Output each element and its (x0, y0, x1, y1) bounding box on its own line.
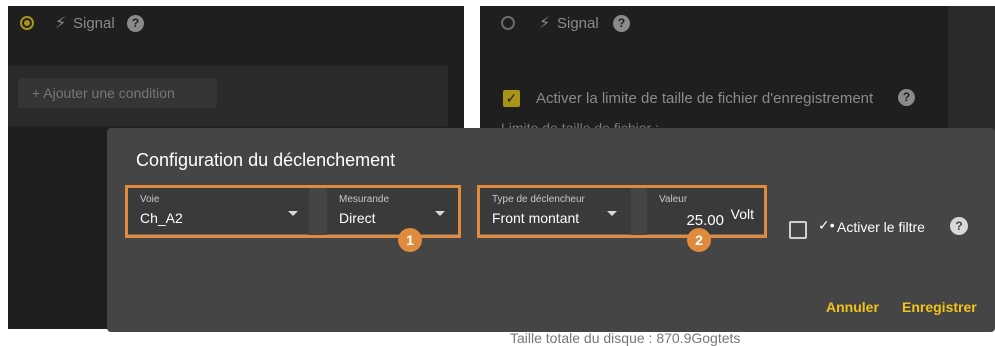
help-icon-limit[interactable]: ? (898, 89, 915, 106)
dropdown-arrow-icon (435, 211, 445, 216)
value-label: Valeur (659, 194, 688, 205)
help-icon-filter[interactable]: ? (950, 217, 968, 235)
voie-value: Ch_A2 (140, 210, 183, 226)
signal-radio-icon[interactable] (501, 16, 515, 30)
filter-label: Activer le filtre (837, 219, 925, 235)
save-button[interactable]: Enregistrer (902, 299, 977, 315)
filter-icon: ✓• (818, 217, 835, 233)
file-limit-checkbox-icon[interactable]: ✓ (503, 90, 520, 107)
signal-radio-selected-icon[interactable] (20, 16, 34, 30)
trigger-type-label: Type de déclencheur (492, 194, 585, 205)
mesurande-value: Direct (339, 210, 376, 226)
file-limit-label: Activer la limite de taille de fichier d… (536, 90, 874, 107)
trigger-type-value: Front montant (492, 210, 580, 226)
filter-checkbox[interactable] (789, 221, 807, 239)
signal-label-right: Signal (557, 15, 599, 32)
disk-size-label: Taille totale du disque : 870.9Gogtets (510, 330, 741, 346)
dialog-title: Configuration du déclenchement (136, 150, 396, 170)
bolt-icon: ⚡ (539, 15, 551, 32)
value-input[interactable]: Valeur 25.00 Volt (647, 188, 764, 235)
trigger-type-select[interactable]: Type de déclencheur Front montant (480, 188, 631, 235)
bolt-icon: ⚡ (55, 15, 67, 32)
dropdown-arrow-icon (288, 211, 298, 216)
cancel-button[interactable]: Annuler (826, 299, 879, 315)
help-icon-right[interactable]: ? (613, 15, 630, 32)
callout-badge-1: 1 (398, 228, 422, 252)
mesurande-label: Mesurande (339, 194, 390, 205)
value-unit: Volt (730, 206, 754, 222)
trigger-config-dialog: Configuration du déclenchement Voie Ch_A… (107, 128, 995, 332)
help-icon-left[interactable]: ? (127, 15, 144, 32)
callout-badge-2: 2 (687, 228, 711, 252)
signal-label-left: Signal (73, 15, 115, 32)
dropdown-arrow-icon (607, 211, 617, 216)
voie-select[interactable]: Voie Ch_A2 (128, 188, 309, 235)
add-condition-button[interactable]: + Ajouter une condition (18, 78, 217, 108)
voie-label: Voie (140, 194, 160, 205)
value-number: 25.00 (686, 212, 724, 229)
mesurande-select[interactable]: Mesurande Direct (327, 188, 458, 235)
